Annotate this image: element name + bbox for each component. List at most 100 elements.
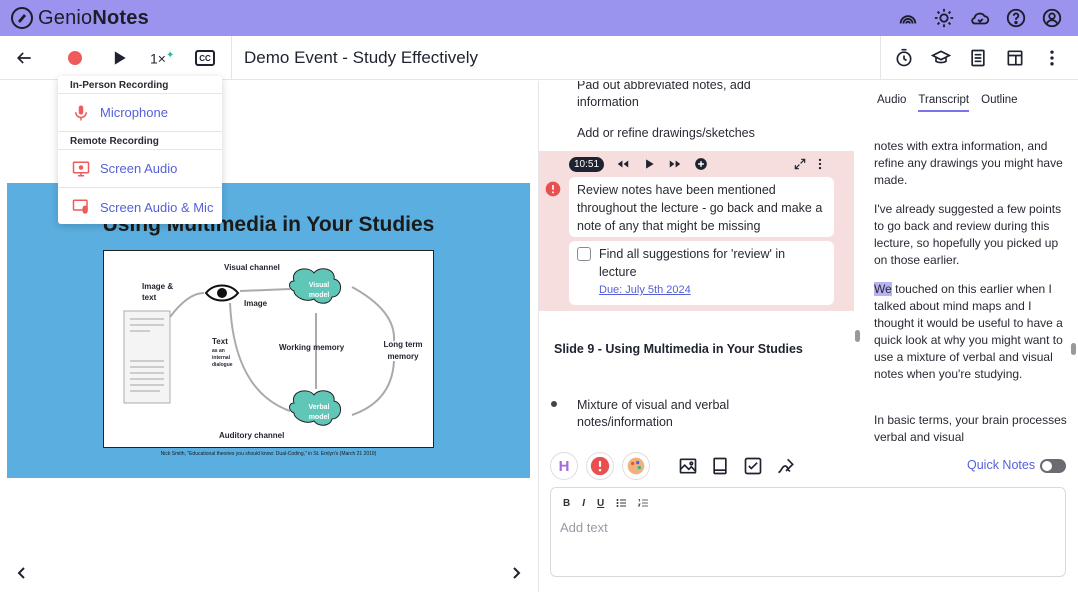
dual-coding-diagram: Visual channel Image & text Image Visual… [103,250,434,448]
next-slide-button[interactable] [508,565,524,581]
note-line[interactable]: Add or refine drawings/sketches [577,125,755,142]
note-line[interactable]: Mixture of visual and verbal notes/infor… [577,397,757,431]
inline-audio-player: 10:51 [569,155,831,173]
slide-heading: Slide 9 - Using Multimedia in Your Studi… [554,342,803,356]
note-line[interactable]: Pad out abbreviated notes, add informati… [577,81,807,111]
diagram-label-long-term-memory: Long term memory [383,340,423,361]
document-icon [971,49,985,67]
tab-audio[interactable]: Audio [877,94,906,112]
cloud-icon[interactable] [968,6,992,30]
screen-audio-mic-icon [72,199,88,214]
toolbar-divider [231,36,232,80]
text-format-bar: B I U [563,498,649,509]
quick-notes-toggle[interactable] [1040,459,1066,473]
tab-transcript[interactable]: Transcript [918,94,970,112]
note-editor[interactable]: B I U Add text [550,487,1066,577]
menu-section-remote: Remote Recording [58,132,222,150]
transcript-text: touched on this earlier when I talked ab… [874,282,1063,381]
task-card[interactable]: Find all suggestions for 'review' in lec… [569,241,834,305]
palette-button[interactable] [622,452,650,480]
alert-icon [590,456,610,476]
menu-item-screen-audio-mic[interactable]: Screen Audio & Mic [58,188,222,226]
record-button[interactable] [63,46,87,70]
italic-button[interactable]: I [582,498,585,509]
more-vertical-icon[interactable] [813,157,827,171]
transcript-paragraph[interactable]: In basic terms, your brain processes ver… [874,412,1069,443]
app-logo[interactable]: GenioNotes [10,6,149,30]
slide-image: Using Multimedia in Your Studies Visual … [7,183,530,478]
graduation-cap-icon [931,50,951,64]
previous-slide-button[interactable] [14,565,30,581]
notes-panel: Pad out abbreviated notes, add informati… [539,81,854,443]
recording-source-menu: In-Person Recording Microphone Remote Re… [58,76,222,224]
draw-icon[interactable] [776,456,796,476]
transcript-scrollbar[interactable] [1071,343,1076,355]
microphone-icon [75,105,87,120]
review-note-card[interactable]: Review notes have been mentioned through… [569,177,834,237]
audio-timestamp[interactable]: 10:51 [569,156,605,172]
fast-forward-icon[interactable] [668,157,682,171]
diagram-label-visual-channel: Visual channel [224,263,280,272]
arrow-left-icon [16,52,31,64]
notes-scrollbar[interactable] [855,330,860,342]
bold-button[interactable]: B [563,498,570,509]
numbered-list-icon[interactable] [638,498,649,508]
sparkle-icon: ✦ [165,50,175,61]
diagram-label-working-memory: Working memory [279,343,345,352]
play-button[interactable] [107,46,131,70]
timer-icon [896,48,912,67]
diagram-label-text-sub: as an internal dialogue [212,348,233,368]
book-icon[interactable] [710,456,730,476]
layout-button[interactable] [1003,46,1027,70]
screen-audio-icon [72,161,90,176]
add-circle-icon[interactable] [694,157,708,171]
transcript-paragraph[interactable]: notes with extra information, and refine… [874,138,1069,189]
play-icon[interactable] [642,157,656,171]
transcript-paragraph[interactable]: We touched on this earlier when I talked… [874,281,1069,383]
editor-toolbar: H Quick Notes [550,452,1070,480]
more-options-button[interactable] [1040,46,1064,70]
task-checkbox[interactable] [577,247,591,261]
task-checkbox-icon[interactable] [743,456,763,476]
image-icon[interactable] [678,456,698,476]
captions-button[interactable]: CC [195,50,215,66]
broadcast-icon[interactable] [896,6,920,30]
account-icon[interactable] [1040,6,1064,30]
expand-icon[interactable] [793,157,807,171]
toolbar-divider [880,36,881,80]
editor-placeholder: Add text [560,520,608,535]
transcript-paragraph[interactable]: I've already suggested a few points to g… [874,201,1069,269]
transcript-tabs: Audio Transcript Outline [877,94,1018,112]
bullet-list-icon[interactable] [616,498,627,508]
study-button[interactable] [929,46,953,70]
underline-button[interactable]: U [597,498,604,509]
quick-notes-label: Quick Notes [967,458,1036,472]
back-button[interactable] [12,46,36,70]
help-icon[interactable] [1004,6,1028,30]
menu-item-microphone[interactable]: Microphone [58,94,222,132]
task-due-link[interactable]: Due: July 5th 2024 [599,281,826,299]
menu-section-in-person: In-Person Recording [58,76,222,94]
player-toolbar: 1×✦ CC Demo Event - Study Effectively [0,36,1078,80]
diagram-label-visual-model: Visual model [308,282,330,299]
transcript-current-word: We [874,282,892,296]
diagram-label-image-text: Image & text [142,282,174,302]
timer-button[interactable] [892,46,916,70]
menu-item-screen-audio[interactable]: Screen Audio [58,150,222,188]
sun-icon[interactable] [932,6,956,30]
menu-item-label: Screen Audio [100,161,178,176]
review-note-block: 10:51 Review notes have been mentioned t… [539,151,854,311]
brand-prefix: Genio [38,6,93,29]
review-flag-button[interactable] [586,452,614,480]
heading-button[interactable]: H [550,452,578,480]
menu-item-label: Screen Audio & Mic [100,199,214,215]
bullet-dot [551,401,557,407]
diagram-label-verbal-model: Verbal model [308,404,330,421]
rewind-icon[interactable] [616,157,630,171]
playback-speed[interactable]: 1×✦ [150,50,174,67]
transcript-panel: Audio Transcript Outline notes with extr… [862,81,1078,443]
review-alert-icon [545,181,561,197]
notes-view-button[interactable] [966,46,990,70]
diagram-label-text: Text [212,337,228,346]
tab-outline[interactable]: Outline [981,94,1017,112]
